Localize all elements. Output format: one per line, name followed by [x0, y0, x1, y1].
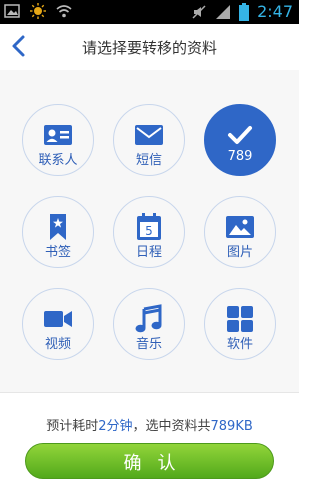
- envelope-icon: [135, 125, 163, 145]
- category-label: 音乐: [135, 337, 162, 352]
- apps-grid-icon: [227, 306, 253, 332]
- category-grid: 联系人 短信 789 书签 5 日程 图片 视频 音乐 软件: [0, 70, 299, 392]
- page-title: 请选择要转移的资料: [81, 39, 217, 57]
- category-label: 789: [227, 149, 253, 164]
- category-label: 软件: [226, 337, 253, 352]
- category-music[interactable]: 音乐: [113, 288, 185, 360]
- music-note-icon: [135, 304, 162, 333]
- category-label: 书签: [44, 245, 71, 260]
- header: 请选择要转移的资料: [0, 24, 299, 70]
- selected-size: 789KB: [210, 419, 253, 434]
- category-video[interactable]: 视频: [22, 288, 94, 360]
- signal-strength-icon: [216, 5, 231, 19]
- transfer-summary: 预计耗时2分钟，选中资料共789KB: [0, 415, 299, 434]
- category-label: 联系人: [38, 153, 78, 168]
- category-contacts[interactable]: 联系人: [22, 104, 94, 176]
- battery-icon: [239, 3, 250, 21]
- category-bookmarks[interactable]: 书签: [22, 196, 94, 268]
- category-label: 短信: [135, 153, 162, 168]
- category-calendar[interactable]: 5 日程: [113, 196, 185, 268]
- confirm-label: 确认: [123, 453, 192, 474]
- category-sms[interactable]: 短信: [113, 104, 185, 176]
- contact-card-icon: [44, 125, 72, 145]
- status-bar: 2:47: [0, 0, 299, 24]
- category-apps[interactable]: 软件: [204, 288, 276, 360]
- category-selected-789[interactable]: 789: [204, 104, 276, 176]
- estimated-time: 2分钟: [98, 419, 133, 434]
- confirm-button[interactable]: 确认: [25, 443, 274, 479]
- category-label: 图片: [226, 245, 253, 260]
- info-prefix: 预计耗时: [46, 419, 99, 434]
- category-pictures[interactable]: 图片: [204, 196, 276, 268]
- info-mid: ，选中资料共: [132, 419, 211, 434]
- calendar-day: 5: [145, 224, 153, 238]
- category-label: 日程: [135, 245, 162, 260]
- brightness-icon: [30, 3, 46, 19]
- calendar-icon: 5: [137, 213, 161, 240]
- mute-icon: [192, 5, 206, 19]
- video-camera-icon: [44, 311, 72, 327]
- picture-icon: [226, 216, 254, 238]
- footer: 预计耗时2分钟，选中资料共789KB 确认: [0, 392, 299, 501]
- clock: 2:47: [257, 2, 293, 21]
- bookmark-icon: [50, 214, 66, 240]
- gallery-notification-icon: [4, 4, 20, 18]
- category-area: 联系人 短信 789 书签 5 日程 图片 视频 音乐 软件: [0, 70, 299, 392]
- checkmark-icon: [228, 126, 252, 144]
- category-label: 视频: [44, 337, 71, 352]
- wifi-notification-icon: [56, 5, 72, 18]
